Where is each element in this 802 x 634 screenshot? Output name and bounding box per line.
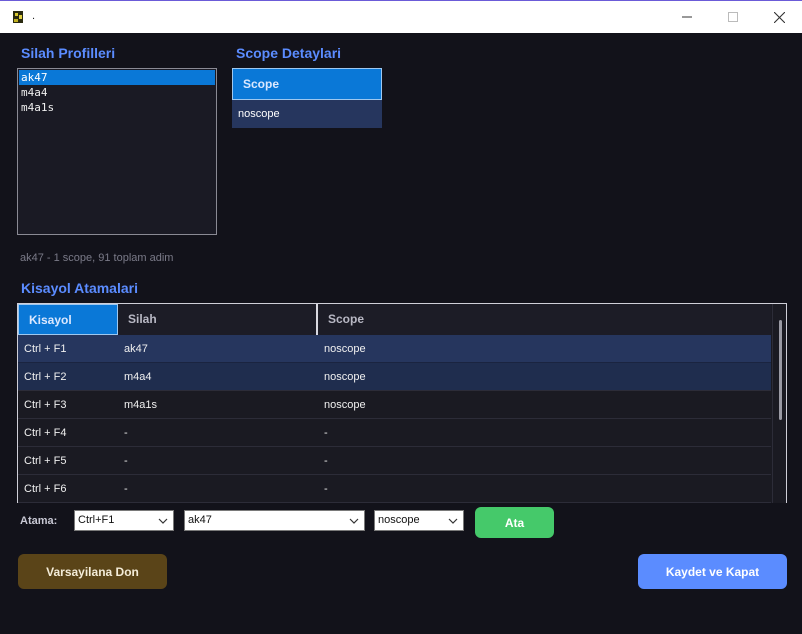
minimize-icon: [682, 16, 692, 18]
app-icon: [13, 11, 23, 23]
chevron-down-icon: [158, 518, 168, 524]
hotkey-cell: Ctrl + F2: [24, 371, 67, 383]
hotkey-cell: Ctrl + F1: [24, 343, 67, 355]
table-row[interactable]: Ctrl + F2 m4a4 noscope: [18, 363, 771, 391]
scope-row[interactable]: noscope: [232, 100, 382, 128]
reset-default-button[interactable]: Varsayilana Don: [18, 554, 167, 589]
table-row[interactable]: Ctrl + F6 - -: [18, 475, 771, 503]
close-button[interactable]: [756, 1, 802, 33]
table-row[interactable]: Ctrl + F4 - -: [18, 419, 771, 447]
scope-column-header[interactable]: Scope: [232, 68, 382, 100]
column-header-kisayol[interactable]: Kisayol: [18, 304, 118, 335]
scope-cell: -: [324, 483, 328, 495]
profile-item[interactable]: m4a4: [19, 85, 215, 100]
hotkey-cell: Ctrl + F5: [24, 455, 67, 467]
hotkey-cell: Ctrl + F4: [24, 427, 67, 439]
weapon-cell: m4a4: [124, 371, 152, 383]
maximize-icon: [728, 12, 738, 22]
weapon-cell: -: [124, 483, 128, 495]
maximize-button[interactable]: [710, 1, 756, 33]
window-title: .: [32, 10, 36, 22]
scope-cell: noscope: [324, 399, 366, 411]
table-row[interactable]: Ctrl + F1 ak47 noscope: [18, 335, 771, 363]
scope-select-value: noscope: [378, 514, 420, 526]
profiles-listbox[interactable]: ak47 m4a4 m4a1s: [17, 68, 217, 235]
hotkey-select-value: Ctrl+F1: [78, 514, 115, 526]
hotkey-select[interactable]: Ctrl+F1: [74, 510, 174, 531]
minimize-button[interactable]: [664, 1, 710, 33]
scope-cell: -: [324, 455, 328, 467]
scope-cell: noscope: [324, 371, 366, 383]
weapon-cell: m4a1s: [124, 399, 158, 411]
profile-info: ak47 - 1 scope, 91 toplam adim: [20, 252, 174, 264]
profile-item[interactable]: ak47: [19, 70, 215, 85]
profile-item[interactable]: m4a1s: [19, 100, 215, 115]
scope-cell: noscope: [324, 343, 366, 355]
table-row[interactable]: Ctrl + F5 - -: [18, 447, 771, 475]
hotkey-table: Kisayol Silah Scope Ctrl + F1 ak47 nosco…: [17, 303, 787, 503]
hotkey-table-header: Kisayol Silah Scope: [18, 304, 771, 335]
chevron-down-icon: [349, 518, 359, 524]
hotkeys-title: Kisayol Atamalari: [21, 280, 138, 296]
scope-select[interactable]: noscope: [374, 510, 464, 531]
column-header-scope[interactable]: Scope: [318, 304, 771, 335]
profiles-title: Silah Profilleri: [21, 45, 116, 61]
assign-label: Atama:: [20, 515, 58, 527]
scope-cell: -: [324, 427, 328, 439]
scope-details-title: Scope Detaylari: [236, 45, 342, 61]
save-close-button[interactable]: Kaydet ve Kapat: [638, 554, 787, 589]
scrollbar-thumb[interactable]: [779, 320, 782, 420]
weapon-select[interactable]: ak47: [184, 510, 365, 531]
table-scrollbar[interactable]: [772, 304, 786, 503]
scope-table: Scope noscope: [232, 68, 382, 128]
column-header-silah[interactable]: Silah: [118, 304, 318, 335]
weapon-cell: -: [124, 455, 128, 467]
assign-button[interactable]: Ata: [475, 507, 554, 538]
hotkey-cell: Ctrl + F3: [24, 399, 67, 411]
weapon-cell: ak47: [124, 343, 148, 355]
title-bar: .: [0, 0, 802, 33]
weapon-select-value: ak47: [188, 514, 212, 526]
table-row[interactable]: Ctrl + F3 m4a1s noscope: [18, 391, 771, 419]
chevron-down-icon: [448, 518, 458, 524]
hotkey-cell: Ctrl + F6: [24, 483, 67, 495]
weapon-cell: -: [124, 427, 128, 439]
close-icon: [773, 11, 785, 23]
